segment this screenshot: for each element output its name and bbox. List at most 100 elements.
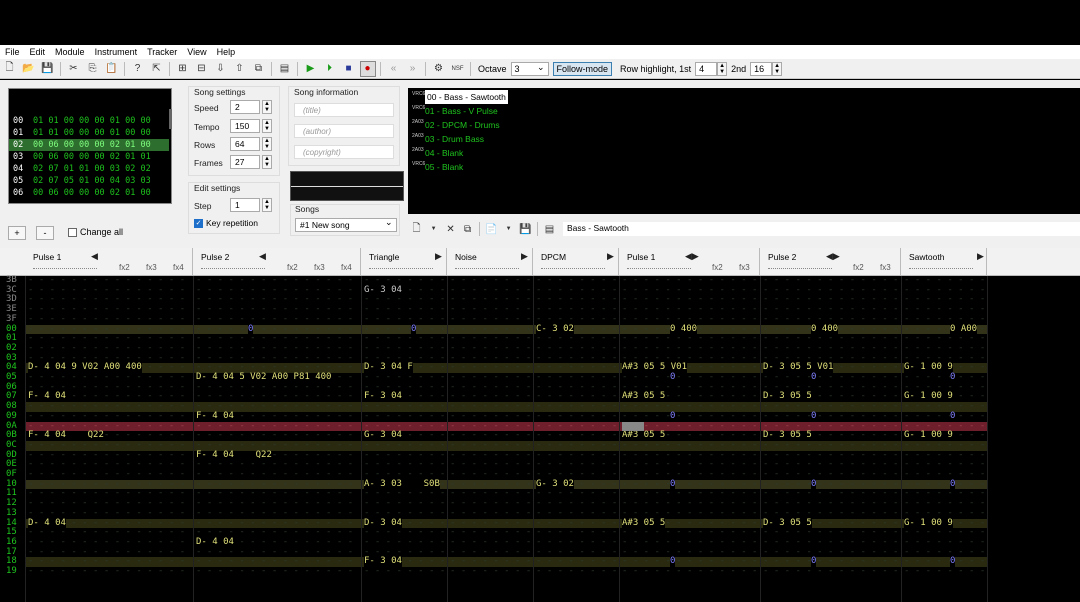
pattern-editor[interactable]: Pulse 1 ◀ fx2 fx3 fx4 Pulse 2 ◀ fx2 fx3 fx4 Tr…: [0, 248, 1080, 602]
note-cell[interactable]: A- 3 03 S0B: [364, 479, 440, 490]
empty-cell[interactable]: - - - - - - - -: [364, 441, 447, 451]
empty-cell[interactable]: - - - - - - - - - - - - -: [622, 373, 760, 383]
empty-cell[interactable]: - - - - - - - -: [364, 538, 447, 548]
empty-cell[interactable]: - - - - - - - -: [904, 334, 987, 344]
note-cell[interactable]: G- 3 02: [536, 479, 574, 490]
empty-cell[interactable]: - - - - - - - -: [450, 538, 533, 548]
load-instrument-icon[interactable]: 📄: [485, 221, 499, 237]
chevron-down-icon[interactable]: ▼: [427, 221, 441, 237]
note-cell[interactable]: A#3 05 5: [622, 518, 666, 529]
note-cell[interactable]: G- 3 04: [364, 285, 402, 296]
empty-cell[interactable]: - - - - - - - -: [364, 412, 447, 422]
empty-cell[interactable]: - - - - - - - - - - - - -: [622, 276, 760, 286]
song-copyright-input[interactable]: (copyright): [294, 145, 394, 159]
empty-cell[interactable]: - - - - - - - -: [536, 431, 619, 441]
empty-cell[interactable]: - - - - - - - -: [450, 295, 533, 305]
empty-cell[interactable]: - - - - - - - -: [536, 567, 619, 577]
insert-frame-icon[interactable]: ⊞: [175, 61, 191, 77]
empty-cell[interactable]: - - - - - - - -: [536, 354, 619, 364]
empty-cell[interactable]: - - - - - - - -: [450, 441, 533, 451]
empty-cell[interactable]: - - - - - - - -: [364, 460, 447, 470]
empty-cell[interactable]: - - - - - - - - - - - - -: [622, 489, 760, 499]
play-loop-icon[interactable]: ⏵: [322, 61, 338, 77]
note-cell[interactable]: 0: [811, 372, 817, 383]
empty-cell[interactable]: - - - - - - - -: [904, 460, 987, 470]
note-cell[interactable]: 0: [950, 411, 956, 422]
menu-tracker[interactable]: Tracker: [142, 45, 182, 59]
note-cell[interactable]: A#3 05 5: [622, 430, 666, 441]
stop-icon[interactable]: ■: [341, 61, 357, 77]
empty-cell[interactable]: - - - - - - - -: [536, 441, 619, 451]
channel-header-triangle[interactable]: Triangle ▶: [361, 248, 447, 276]
note-cell[interactable]: F- 3 04: [364, 557, 402, 567]
empty-cell[interactable]: - - - - - - - - - - - - - - -: [196, 286, 361, 296]
empty-cell[interactable]: - - - - - - - - - - - - - - -: [196, 276, 361, 286]
empty-cell[interactable]: - - - - - - - -: [904, 373, 987, 383]
tempo-spinner[interactable]: ▲ ▼: [262, 119, 272, 133]
empty-cell[interactable]: - - - - - - - - - - - - - - -: [28, 286, 193, 296]
empty-cell[interactable]: - - - - - - - - - - - - - - -: [28, 441, 193, 451]
new-file-icon[interactable]: 🗋: [2, 61, 18, 77]
frame-row[interactable]: 03 00 06 00 00 00 02 01 01: [9, 151, 169, 163]
empty-cell[interactable]: - - - - - - - -: [904, 305, 987, 315]
note-cell[interactable]: F- 4 04: [28, 392, 66, 403]
instrument-item[interactable]: 2A03 04 - Blank: [412, 146, 463, 160]
empty-cell[interactable]: - - - - - - - -: [364, 499, 447, 509]
empty-cell[interactable]: - - - - - - - -: [450, 509, 533, 519]
empty-cell[interactable]: - - - - - - - - - - - - -: [763, 538, 901, 548]
note-cell[interactable]: 0: [950, 557, 956, 567]
frames-input[interactable]: 27: [230, 155, 260, 169]
empty-cell[interactable]: - - - - - - - -: [364, 451, 447, 461]
empty-cell[interactable]: - - - - - - - - - - - - - - -: [28, 402, 193, 412]
instrument-list[interactable]: VRC6 00 - Bass - Sawtooth VRC6 01 - Bass -…: [408, 88, 1080, 214]
context-help-icon[interactable]: ⇱: [149, 61, 165, 77]
empty-cell[interactable]: - - - - - - - - - - - - -: [763, 305, 901, 315]
note-cell[interactable]: D- 4 04: [28, 518, 66, 529]
note-cell[interactable]: G- 1 00 9: [904, 430, 953, 441]
empty-cell[interactable]: - - - - - - - - - - - - -: [763, 567, 901, 577]
empty-cell[interactable]: - - - - - - - - - - - - - - -: [196, 392, 361, 402]
empty-cell[interactable]: - - - - - - - -: [364, 528, 447, 538]
speed-input[interactable]: 2: [230, 100, 260, 114]
empty-cell[interactable]: - - - - - - - -: [904, 557, 987, 567]
empty-cell[interactable]: - - - - - - - -: [536, 538, 619, 548]
empty-cell[interactable]: - - - - - - - - - - - - - - -: [28, 480, 193, 490]
empty-cell[interactable]: - - - - - - - - - - - - - - -: [196, 557, 361, 567]
empty-cell[interactable]: - - - - - - - - - - - - - - -: [28, 334, 193, 344]
empty-cell[interactable]: - - - - - - - -: [450, 451, 533, 461]
empty-cell[interactable]: - - - - - - - - - - - - -: [763, 286, 901, 296]
empty-cell[interactable]: - - - - - - - - - - - - - - -: [28, 305, 193, 315]
note-cell[interactable]: 0: [950, 372, 956, 383]
record-icon[interactable]: ●: [359, 60, 376, 77]
empty-cell[interactable]: - - - - - - - - - - - - -: [622, 480, 760, 490]
new-instrument-icon[interactable]: 🗋: [410, 221, 424, 237]
frames-spinner[interactable]: ▲ ▼: [262, 155, 272, 169]
empty-cell[interactable]: - - - - - - - -: [364, 489, 447, 499]
empty-cell[interactable]: - - - - - - - -: [450, 286, 533, 296]
row-highlight-1st-input[interactable]: 4: [695, 61, 718, 76]
empty-cell[interactable]: - - - - - - - -: [536, 334, 619, 344]
empty-cell[interactable]: - - - - - - - - - - - - -: [763, 402, 901, 412]
empty-cell[interactable]: - - - - - - - - - - - - -: [622, 538, 760, 548]
settings-icon[interactable]: ⚙: [431, 61, 447, 77]
empty-cell[interactable]: - - - - - - - - - - - - - - -: [28, 451, 193, 461]
empty-cell[interactable]: - - - - - - - - - - - - -: [622, 402, 760, 412]
empty-cell[interactable]: - - - - - - - - - - - - - - -: [28, 470, 193, 480]
instrument-item-selected[interactable]: VRC6 00 - Bass - Sawtooth: [412, 90, 508, 104]
note-cell[interactable]: D- 3 05 5: [763, 430, 812, 441]
menu-instrument[interactable]: Instrument: [90, 45, 143, 59]
note-cell[interactable]: 0: [248, 324, 254, 335]
move-frame-down-icon[interactable]: ⇩: [213, 61, 229, 77]
channel-header-pulse2[interactable]: Pulse 2 ◀ fx2 fx3 fx4: [193, 248, 361, 276]
empty-cell[interactable]: - - - - - - - -: [450, 519, 533, 529]
empty-cell[interactable]: - - - - - - - -: [450, 276, 533, 286]
empty-cell[interactable]: - - - - - - - - - - - - -: [763, 441, 901, 451]
empty-cell[interactable]: - - - - - - - -: [536, 402, 619, 412]
note-cell[interactable]: A#3 05 5 V01: [622, 363, 688, 373]
save-instrument-icon[interactable]: 💾: [519, 221, 533, 237]
empty-cell[interactable]: - - - - - - - -: [536, 363, 619, 373]
empty-cell[interactable]: - - - - - - - -: [364, 402, 447, 412]
empty-cell[interactable]: - - - - - - - -: [904, 295, 987, 305]
channel-header-dpcm[interactable]: DPCM ▶: [533, 248, 619, 276]
empty-cell[interactable]: - - - - - - - -: [536, 557, 619, 567]
